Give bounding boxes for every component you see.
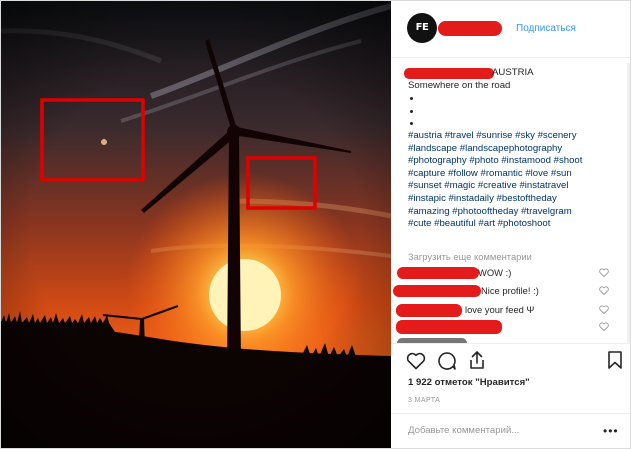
- post-sidebar: FE Подписаться AUSTRIA Somewhere on the …: [391, 1, 630, 448]
- post-date: 3 МАРТА: [408, 397, 441, 404]
- hashtag-line[interactable]: #sunset #magic #creative #instatravel: [408, 180, 624, 193]
- hashtag-list: #austria #travel #sunrise #sky #scenery …: [408, 130, 624, 231]
- more-options-icon[interactable]: •••: [603, 424, 619, 438]
- hashtag-line[interactable]: #landscape #landscapephotography: [408, 143, 624, 156]
- redacted-commenter[interactable]: [396, 320, 502, 334]
- caption-location-line: AUSTRIA: [404, 67, 624, 80]
- caption-bullet: [408, 105, 624, 118]
- hashtag-line[interactable]: #capture #follow #romantic #love #sun: [408, 168, 624, 181]
- instagram-post: FE Подписаться AUSTRIA Somewhere on the …: [0, 0, 631, 449]
- hashtag-line[interactable]: #amazing #photooftheday #travelgram: [408, 206, 624, 219]
- follow-button[interactable]: Подписаться: [516, 23, 576, 34]
- load-more-comments-link[interactable]: Загрузить еще комментарии: [408, 251, 532, 262]
- post-header: FE Подписаться: [391, 1, 630, 58]
- caption-bullet: [408, 117, 624, 130]
- caption-text: Somewhere on the road: [408, 79, 511, 91]
- redacted-commenter[interactable]: [396, 304, 462, 317]
- comment-item: [391, 320, 616, 334]
- comment-item: Nice profile! :): [391, 284, 616, 298]
- redacted-username[interactable]: [438, 21, 502, 36]
- comments-scrollbar[interactable]: [627, 63, 630, 343]
- caption-bullet: [408, 92, 624, 105]
- redacted-author: [404, 68, 494, 79]
- like-heart-icon[interactable]: [406, 352, 426, 370]
- post-photo[interactable]: [1, 1, 391, 448]
- like-comment-heart-icon[interactable]: [599, 322, 609, 331]
- comment-bubble-icon[interactable]: [437, 351, 457, 371]
- hashtag-line[interactable]: #austria #travel #sunrise #sky #scenery: [408, 130, 624, 143]
- caption: AUSTRIA Somewhere on the road #austria #…: [404, 67, 624, 231]
- hashtag-line[interactable]: #cute #beautiful #art #photoshoot: [408, 218, 624, 231]
- like-comment-heart-icon[interactable]: [599, 305, 609, 314]
- share-icon[interactable]: [467, 350, 487, 370]
- comment-text: WOW :): [478, 267, 512, 278]
- redacted-commenter[interactable]: [397, 267, 479, 279]
- comment-text: Nice profile! :): [481, 285, 539, 296]
- likes-count[interactable]: 1 922 отметок "Нравится": [408, 377, 530, 388]
- like-comment-heart-icon[interactable]: [599, 268, 609, 277]
- post-actions-bar: [391, 343, 630, 380]
- redacted-commenter[interactable]: [393, 285, 481, 297]
- caption-location: AUSTRIA: [492, 67, 534, 78]
- hashtag-line[interactable]: #instapic #instadaily #bestoftheday: [408, 193, 624, 206]
- comment-text: love your feed Ψ: [465, 304, 535, 315]
- avatar[interactable]: FE: [407, 13, 437, 43]
- add-comment-bar: •••: [391, 413, 630, 448]
- like-comment-heart-icon[interactable]: [599, 286, 609, 295]
- hashtag-line[interactable]: #photography #photo #instamood #shoot: [408, 155, 624, 168]
- comment-item: WOW :): [391, 266, 616, 280]
- post-photo-image: [1, 1, 391, 448]
- add-comment-input[interactable]: [408, 425, 578, 436]
- save-bookmark-icon[interactable]: [607, 350, 623, 370]
- comment-item: love your feed Ψ: [391, 303, 616, 317]
